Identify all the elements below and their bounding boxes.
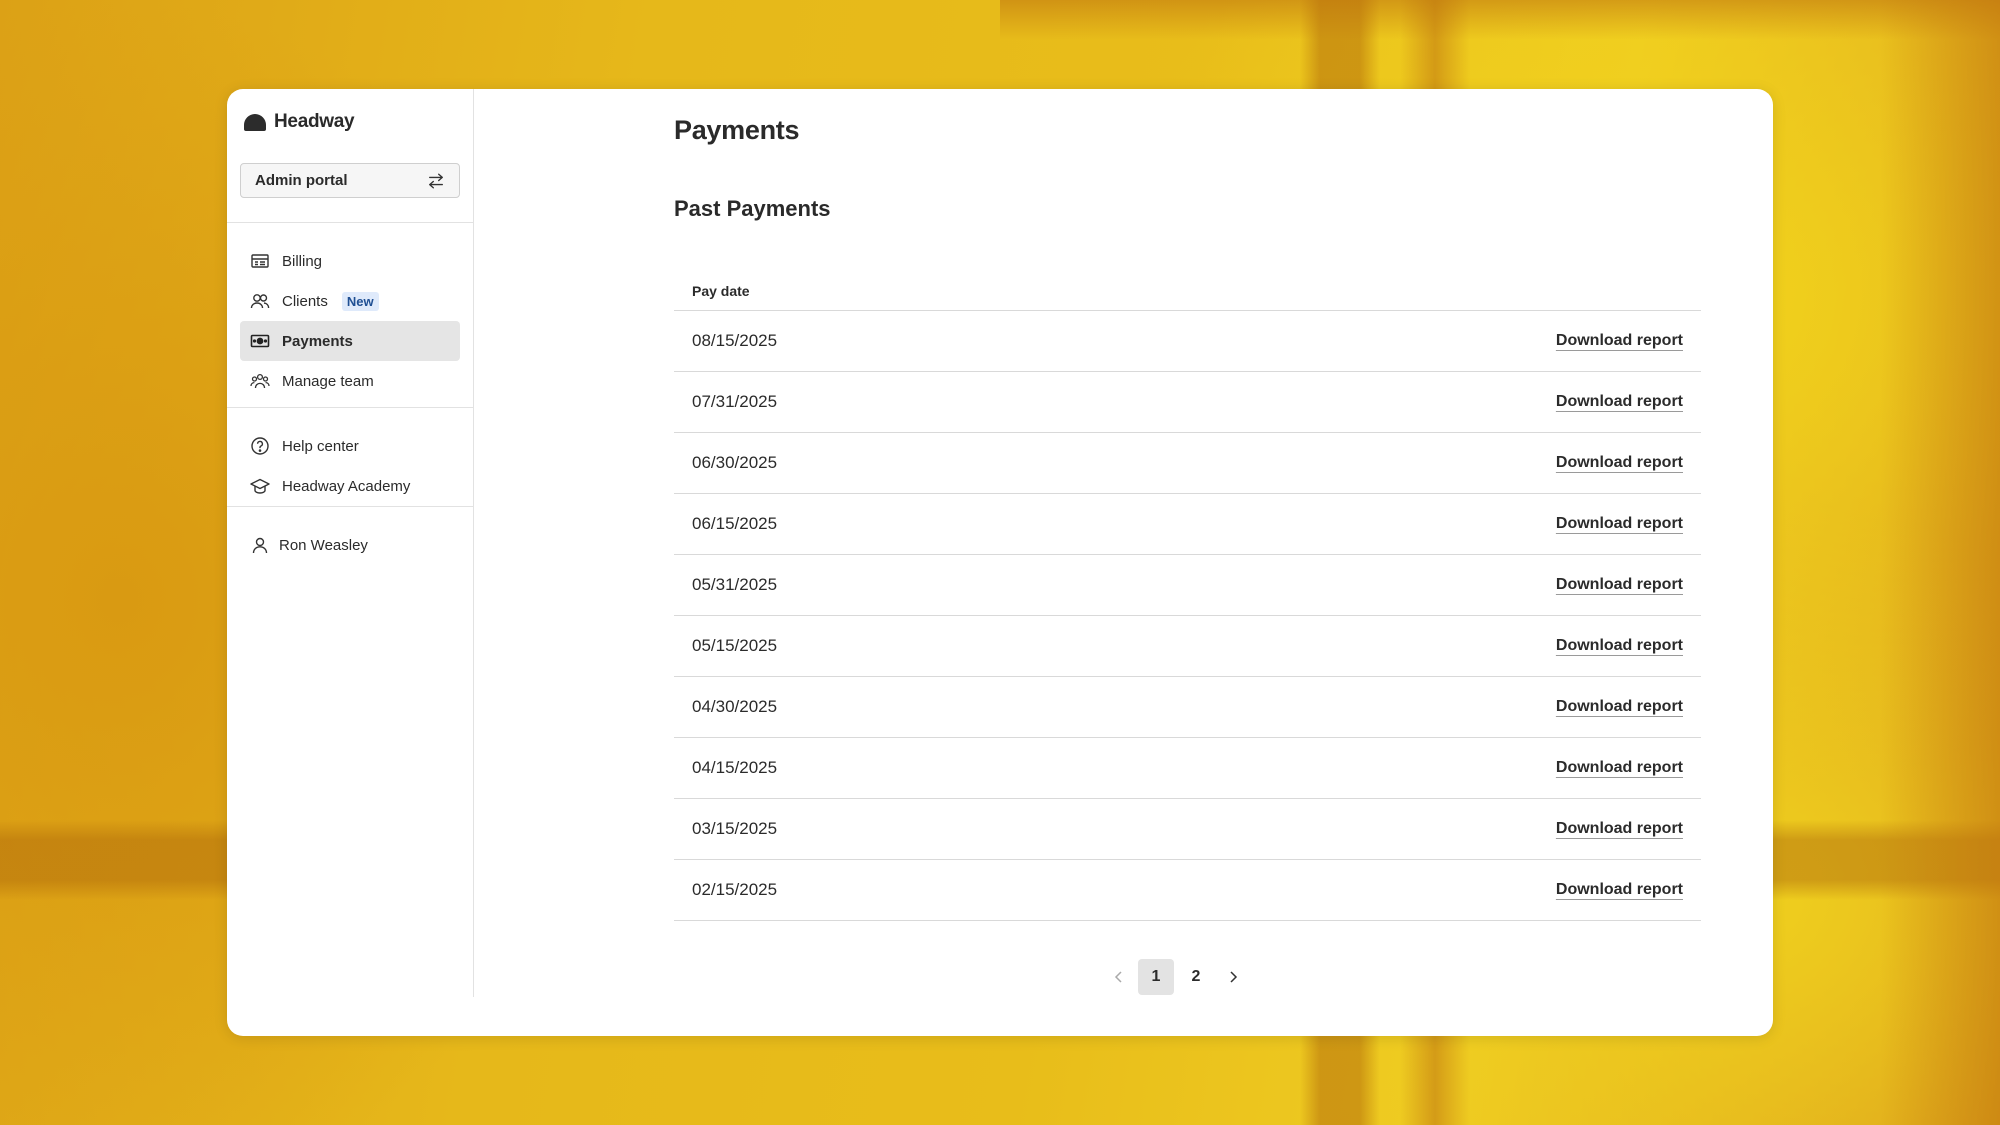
table-row: 04/15/2025 Download report	[674, 738, 1701, 799]
download-report-link[interactable]: Download report	[1556, 759, 1683, 777]
billing-icon	[251, 254, 269, 268]
sidebar-item-billing[interactable]: Billing	[240, 241, 460, 281]
sidebar-item-label: Ron Weasley	[279, 536, 368, 554]
clients-icon	[250, 294, 270, 309]
page-title: Payments	[674, 115, 800, 145]
sidebar-item-label: Clients	[282, 292, 328, 310]
academy-icon	[250, 478, 270, 494]
portal-switcher[interactable]: Admin portal	[240, 163, 460, 198]
headway-logo-icon	[244, 113, 266, 131]
payments-table: Pay date 08/15/2025 Download report 07/31…	[674, 271, 1701, 921]
table-row: 03/15/2025 Download report	[674, 799, 1701, 860]
user-icon	[252, 537, 268, 554]
next-page-button[interactable]	[1218, 959, 1248, 995]
sidebar-nav-user: Ron Weasley	[240, 525, 460, 565]
sidebar: Headway Admin portal Billing Clients New…	[227, 89, 474, 997]
table-row: 04/30/2025 Download report	[674, 677, 1701, 738]
sidebar-item-label: Help center	[282, 437, 359, 455]
download-report-link[interactable]: Download report	[1556, 881, 1683, 899]
background-frame-top	[1000, 0, 2000, 40]
pay-date: 06/30/2025	[692, 453, 778, 472]
pay-date: 06/15/2025	[692, 514, 778, 533]
table-header: Pay date	[674, 271, 1701, 311]
download-report-link[interactable]: Download report	[1556, 454, 1683, 472]
sidebar-item-label: Billing	[282, 252, 323, 270]
download-report-link[interactable]: Download report	[1556, 576, 1683, 594]
chevron-left-icon	[1114, 971, 1122, 983]
download-report-link[interactable]: Download report	[1556, 393, 1683, 411]
sidebar-item-label: Payments	[282, 332, 353, 350]
sidebar-item-payments[interactable]: Payments	[240, 321, 460, 361]
column-header-pay-date: Pay date	[692, 282, 750, 299]
pagination: 1 2	[1104, 959, 1248, 995]
download-report-link[interactable]: Download report	[1556, 698, 1683, 716]
page-button-1[interactable]: 1	[1138, 959, 1174, 995]
brand[interactable]: Headway	[244, 111, 355, 133]
table-row: 08/15/2025 Download report	[674, 311, 1701, 372]
sidebar-item-user[interactable]: Ron Weasley	[240, 525, 460, 565]
prev-page-button[interactable]	[1104, 959, 1134, 995]
main-content: Payments Past Payments Pay date 08/15/20…	[474, 89, 1773, 1036]
table-row: 06/15/2025 Download report	[674, 494, 1701, 555]
payments-icon	[250, 334, 270, 348]
pay-date: 08/15/2025	[692, 331, 778, 350]
sidebar-nav-primary: Billing Clients New Payments Manage team	[240, 241, 460, 401]
pay-date: 04/30/2025	[692, 697, 778, 716]
sidebar-item-label: Manage team	[282, 372, 374, 390]
table-row: 06/30/2025 Download report	[674, 433, 1701, 494]
team-icon	[250, 373, 270, 389]
download-report-link[interactable]: Download report	[1556, 637, 1683, 655]
pay-date: 03/15/2025	[692, 819, 778, 838]
sidebar-item-headway-academy[interactable]: Headway Academy	[240, 466, 460, 506]
download-report-link[interactable]: Download report	[1556, 820, 1683, 838]
sidebar-item-label: Headway Academy	[282, 477, 411, 495]
pay-date: 04/15/2025	[692, 758, 778, 777]
pay-date: 05/15/2025	[692, 636, 778, 655]
sidebar-nav-secondary: Help center Headway Academy	[240, 426, 460, 506]
sidebar-item-help-center[interactable]: Help center	[240, 426, 460, 466]
help-icon	[251, 437, 269, 455]
sidebar-item-manage-team[interactable]: Manage team	[240, 361, 460, 401]
table-row: 05/31/2025 Download report	[674, 555, 1701, 616]
download-report-link[interactable]: Download report	[1556, 332, 1683, 350]
table-row: 05/15/2025 Download report	[674, 616, 1701, 677]
page-button-2[interactable]: 2	[1178, 959, 1214, 995]
new-badge: New	[341, 291, 379, 311]
table-row: 02/15/2025 Download report	[674, 860, 1701, 921]
sidebar-divider	[227, 407, 473, 408]
brand-name: Headway	[274, 111, 355, 132]
table-row: 07/31/2025 Download report	[674, 372, 1701, 433]
pay-date: 07/31/2025	[692, 392, 778, 411]
sidebar-divider	[227, 506, 473, 507]
portal-label: Admin portal	[255, 172, 348, 189]
app-window: Headway Admin portal Billing Clients New…	[227, 89, 1773, 1036]
switch-arrows-icon	[429, 173, 443, 188]
background-frame-right	[1880, 0, 2000, 1125]
sidebar-item-clients[interactable]: Clients New	[240, 281, 460, 321]
pay-date: 02/15/2025	[692, 880, 778, 899]
sidebar-divider	[227, 222, 473, 223]
section-title: Past Payments	[674, 196, 831, 221]
download-report-link[interactable]: Download report	[1556, 515, 1683, 533]
chevron-right-icon	[1230, 971, 1238, 983]
pay-date: 05/31/2025	[692, 575, 778, 594]
